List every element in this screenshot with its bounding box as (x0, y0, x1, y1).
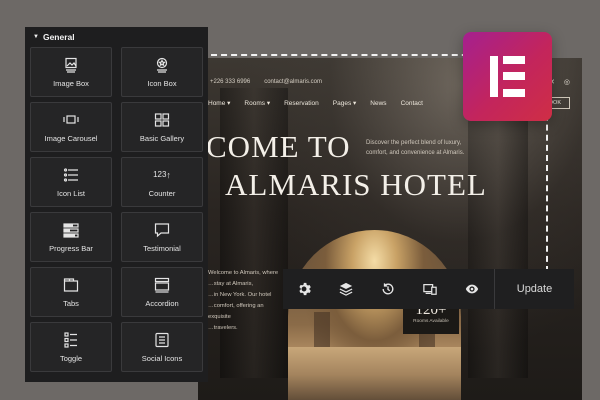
caret-down-icon: ▼ (33, 34, 39, 40)
preview-icon (465, 284, 479, 294)
social-icons-icon (154, 332, 170, 348)
icon-box-icon (154, 57, 170, 73)
section-header-general[interactable]: ▼ General (30, 27, 203, 47)
widget-panel: ▼ General Image Box Icon Box Image Carou… (25, 27, 208, 382)
layers-button[interactable] (325, 269, 367, 309)
intro-text: Welcome to Almaris, where …stay at Almar… (208, 270, 279, 331)
widget-icon-box[interactable]: Icon Box (121, 47, 203, 97)
layers-icon (339, 282, 353, 296)
widget-icon-list[interactable]: Icon List (30, 157, 112, 207)
update-button[interactable]: Update (494, 269, 574, 309)
widget-counter[interactable]: 123 ↑ Counter (121, 157, 203, 207)
image-box-icon (63, 57, 79, 73)
history-icon (382, 283, 394, 295)
responsive-icon (423, 284, 437, 295)
counter-icon: 123 ↑ (153, 169, 171, 180)
preview-button[interactable] (451, 269, 493, 309)
widget-accordion[interactable]: Accordion (121, 267, 203, 317)
widget-image-box[interactable]: Image Box (30, 47, 112, 97)
editor-toolbar: Update (283, 269, 574, 309)
toggle-icon (63, 331, 79, 348)
widget-testimonial[interactable]: Testimonial (121, 212, 203, 262)
responsive-button[interactable] (409, 269, 451, 309)
testimonial-icon (154, 222, 170, 238)
widget-image-carousel[interactable]: Image Carousel (30, 102, 112, 152)
basic-gallery-icon (154, 112, 170, 128)
progress-bar-icon (63, 222, 79, 238)
widget-toggle[interactable]: Toggle (30, 322, 112, 372)
tabs-icon (63, 277, 79, 293)
widget-basic-gallery[interactable]: Basic Gallery (121, 102, 203, 152)
icon-list-icon (63, 167, 79, 183)
image-carousel-icon (63, 112, 79, 128)
settings-icon (299, 282, 311, 296)
settings-button[interactable] (283, 269, 325, 309)
widget-social-icons[interactable]: Social Icons (121, 322, 203, 372)
widget-progress-bar[interactable]: Progress Bar (30, 212, 112, 262)
widget-grid: Image Box Icon Box Image Carousel Basic … (30, 47, 203, 372)
elementor-logo (463, 32, 552, 121)
section-title: General (42, 32, 75, 42)
stat-label: Rooms Available (413, 319, 449, 324)
accordion-icon (154, 277, 170, 293)
widget-tabs[interactable]: Tabs (30, 267, 112, 317)
instagram-icon[interactable]: ◎ (564, 78, 570, 86)
history-button[interactable] (367, 269, 409, 309)
